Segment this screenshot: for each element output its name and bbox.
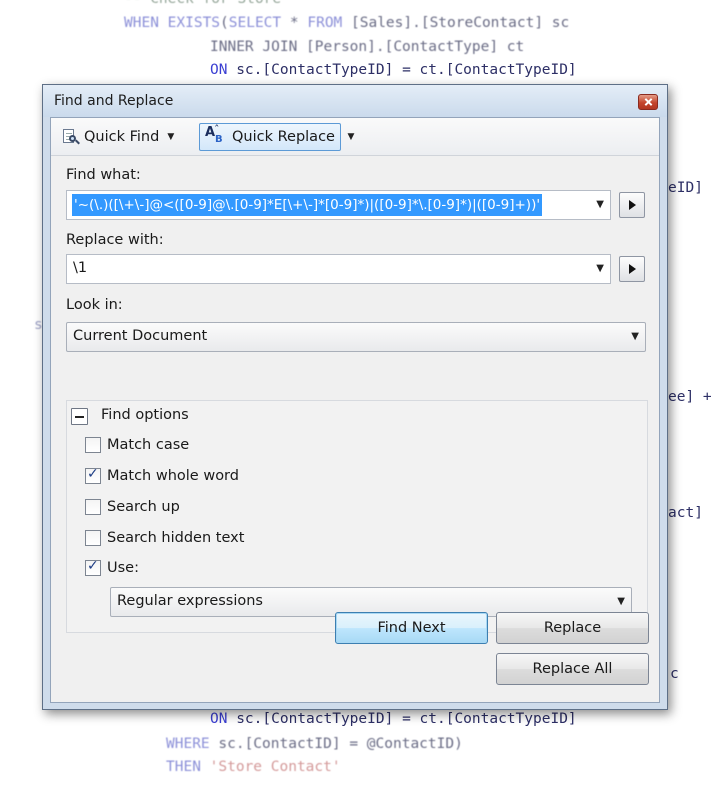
quick-replace-label: Quick Replace [232,129,335,145]
dialog-titlebar[interactable]: Find and Replace [43,85,667,117]
look-in-value: Current Document [73,328,208,344]
code-token: [Sales].[StoreContact] sc [342,15,570,31]
code-token: INNER JOIN [Person].[ContactType] ct [210,39,525,55]
code-token: sc.[ContactTypeID] = ct.[ContactTypeID] [227,62,577,78]
use-type-value: Regular expressions [117,593,263,609]
mode-toolbar: Quick Find ▼ AˆB Quick Replace ▼ [51,118,659,156]
find-what-label: Find what: [66,167,141,183]
expression-builder-button[interactable] [619,192,645,218]
find-what-input[interactable]: '~(\.)([\+\-]@<([0-9]@\.[0-9]*E[\+\-]*[0… [72,194,543,216]
chevron-down-icon: ▼ [617,596,625,607]
code-fragment: eID] [668,180,703,196]
code-token: WHEN EXISTS [124,15,221,31]
look-in-label: Look in: [66,297,123,313]
match-case-option[interactable]: Match case [85,437,189,453]
match-case-label: Match case [107,437,190,453]
code-line: INNER JOIN [Person].[ContactType] ct [210,39,524,55]
search-hidden-text-checkbox[interactable] [85,530,101,546]
code-token: 'Store Contact' [200,759,341,775]
close-button[interactable] [638,94,658,110]
chevron-down-icon[interactable]: ▼ [596,199,604,210]
quick-replace-button[interactable]: AˆB Quick Replace [199,123,341,151]
chevron-down-icon[interactable]: ▼ [596,263,604,274]
code-token: * [281,15,308,31]
search-up-option[interactable]: Search up [85,499,180,515]
code-token: -- Check for Store [124,0,281,7]
search-hidden-text-label: Search hidden text [107,530,245,546]
replace-button[interactable]: Replace [496,612,649,644]
replace-expression-button[interactable] [619,256,645,282]
dialog-title: Find and Replace [54,93,174,109]
collapse-icon[interactable] [71,408,88,425]
quick-find-label: Quick Find [84,129,160,145]
replace-with-combobox[interactable]: \1 ▼ [66,254,611,284]
look-in-dropdown[interactable]: Current Document ▼ [66,322,646,352]
code-token: FROM [307,15,343,31]
replace-with-label: Replace with: [66,232,164,248]
find-next-button[interactable]: Find Next [335,612,488,644]
code-line: WHEN EXISTS(SELECT * FROM [Sales].[Store… [124,15,569,31]
chevron-down-icon: ▼ [631,331,639,342]
search-up-checkbox[interactable] [85,499,101,515]
code-line: THEN 'Store Contact' [166,759,341,775]
dialog-body: Quick Find ▼ AˆB Quick Replace ▼ Find wh… [50,117,660,703]
find-what-combobox[interactable]: '~(\.)([\+\-]@<([0-9]@\.[0-9]*E[\+\-]*[0… [66,190,611,220]
search-hidden-text-option[interactable]: Search hidden text [85,530,244,546]
code-line: ON sc.[ContactTypeID] = ct.[ContactTypeI… [210,711,577,727]
code-fragment: ee] + [668,389,712,405]
code-token: SELECT [228,15,282,31]
quick-find-button[interactable]: Quick Find ▼ [61,123,174,151]
chevron-down-icon[interactable]: ▼ [345,123,357,151]
code-token: ON [210,62,228,78]
code-line: WHERE sc.[ContactID] = @ContactID) [166,736,463,752]
replace-with-input[interactable]: \1 [73,260,87,276]
find-options-title: Find options [101,407,189,423]
match-case-checkbox[interactable] [85,437,101,453]
use-label: Use: [107,560,139,576]
code-token: THEN [166,759,201,775]
replace-all-button[interactable]: Replace All [496,653,649,685]
code-token: ON [210,711,228,727]
code-token: sc.[ContactTypeID] = ct.[ContactTypeID] [227,711,577,727]
quick-replace-icon: AˆB [205,123,223,145]
quick-find-icon [61,128,80,146]
use-checkbox[interactable] [85,558,101,576]
code-token: sc.[ContactID] = @ContactID) [209,736,463,752]
find-replace-dialog: Find and Replace Quick Find ▼ AˆB Quick … [42,84,668,710]
code-fragment: c [670,666,679,682]
code-line: -- Check for Store [124,0,281,7]
chevron-down-icon[interactable]: ▼ [167,132,174,142]
search-up-label: Search up [107,499,180,515]
code-token: ( [220,15,229,31]
match-whole-word-label: Match whole word [107,468,239,484]
use-option[interactable]: Use: [85,558,139,576]
find-options-group: Find options Match case Match whole word… [66,400,648,633]
match-whole-word-option[interactable]: Match whole word [85,466,239,484]
code-fragment: act] [668,505,703,521]
match-whole-word-checkbox[interactable] [85,466,101,484]
code-line: ON sc.[ContactTypeID] = ct.[ContactTypeI… [210,62,577,78]
code-token: WHERE [166,736,210,752]
